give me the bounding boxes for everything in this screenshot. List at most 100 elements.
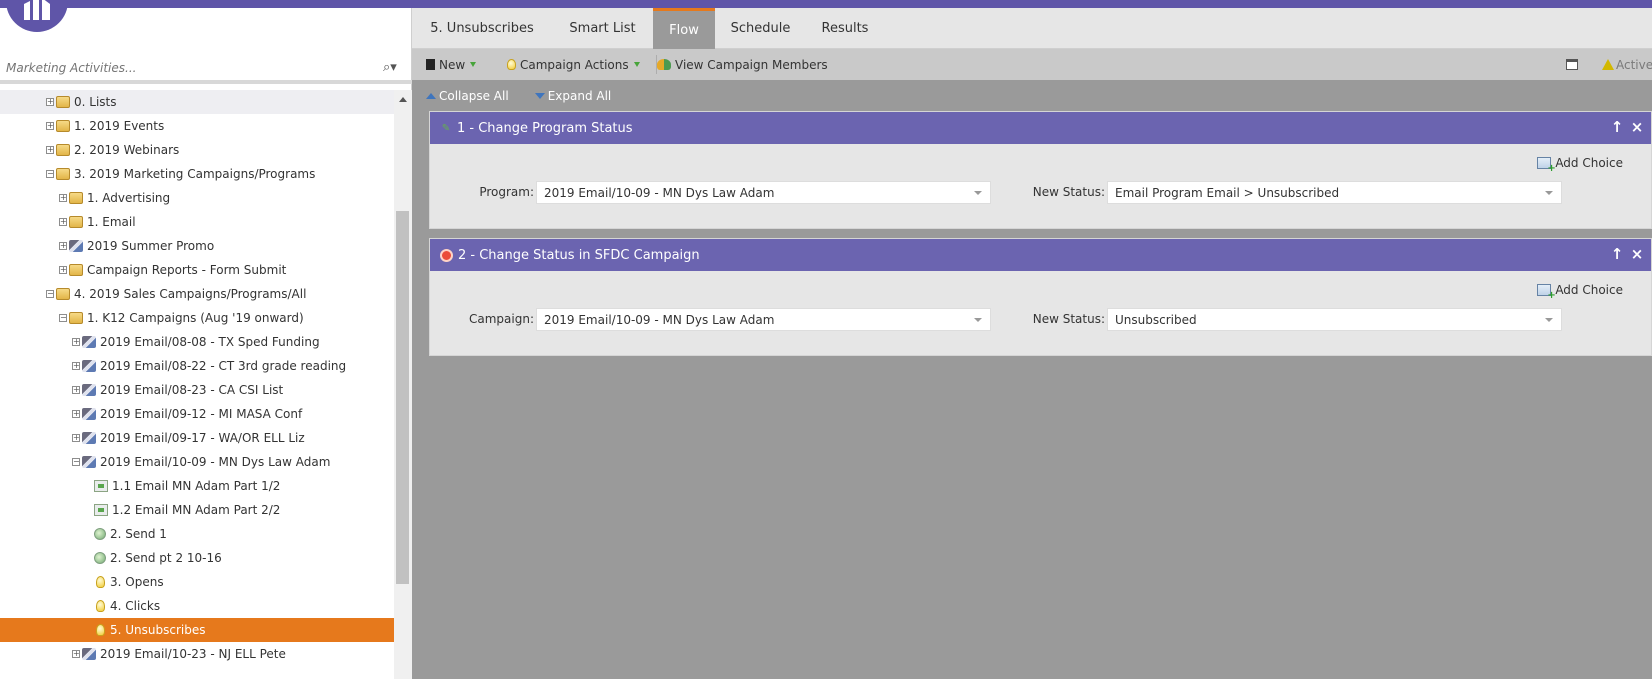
add-choice-icon [1537, 157, 1555, 173]
calendar-button[interactable] [1566, 49, 1582, 80]
new-status-select[interactable]: Email Program Email > Unsubscribed [1107, 181, 1562, 204]
expand-toggle[interactable]: + [72, 362, 80, 370]
new-button[interactable]: New [426, 49, 477, 80]
tab-schedule[interactable]: Schedule [715, 8, 806, 49]
tree-item-send-pt-2[interactable]: 2. Send pt 2 10-16 [0, 546, 394, 570]
expand-toggle[interactable]: + [72, 338, 80, 346]
tree-item-label: 2019 Email/09-12 - MI MASA Conf [100, 407, 303, 421]
new-status-label: New Status: [1032, 185, 1105, 199]
status-active-label: Active [1616, 57, 1652, 72]
expand-toggle[interactable]: + [72, 410, 80, 418]
expand-toggle[interactable]: + [46, 98, 54, 106]
tree-item-send-1[interactable]: 2. Send 1 [0, 522, 394, 546]
scroll-up-icon[interactable] [394, 90, 412, 108]
search-input[interactable] [6, 58, 376, 78]
expand-toggle[interactable]: + [46, 122, 54, 130]
collapse-toggle[interactable]: − [46, 290, 54, 298]
expand-toggle[interactable]: + [59, 218, 67, 226]
campaign-actions-button[interactable]: Campaign Actions [505, 49, 640, 80]
expand-toggle[interactable]: + [72, 386, 80, 394]
expand-toggle[interactable]: + [59, 266, 67, 274]
tree-item-opens[interactable]: 3. Opens [0, 570, 394, 594]
collapse-all-label: Collapse All [439, 89, 509, 103]
expand-all-button[interactable]: Expand All [534, 89, 611, 103]
new-status-label: New Status: [1032, 312, 1105, 326]
flow-step-title: 2 - Change Status in SFDC Campaign [458, 247, 700, 263]
program-icon [82, 432, 96, 444]
tree-item-label: 2019 Email/08-08 - TX Sped Funding [100, 335, 320, 349]
email-icon [94, 480, 108, 492]
tree-item-wa-or-ell[interactable]: +2019 Email/09-17 - WA/OR ELL Liz [0, 426, 394, 450]
tree-item-k12-campaigns[interactable]: − 1. K12 Campaigns (Aug '19 onward) [0, 306, 394, 330]
tree-item-label: 1. Advertising [87, 191, 171, 205]
lightbulb-icon [507, 59, 516, 70]
scroll-thumb[interactable] [396, 211, 409, 584]
program-icon [82, 408, 96, 420]
collapse-all-button[interactable]: Collapse All [426, 89, 509, 103]
tree-item-label: 5. Unsubscribes [110, 623, 206, 637]
tree-item-mi-masa-conf[interactable]: +2019 Email/09-12 - MI MASA Conf [0, 402, 394, 426]
tree-item-2019-webinars[interactable]: +2. 2019 Webinars [0, 138, 394, 162]
tree-item-tx-sped-funding[interactable]: +2019 Email/08-08 - TX Sped Funding [0, 330, 394, 354]
program-field-label: Program: [479, 185, 534, 199]
program-icon [82, 648, 96, 660]
tree-item-advertising[interactable]: +1. Advertising [0, 186, 394, 210]
warning-icon [1602, 59, 1614, 70]
move-up-icon[interactable]: ↑ [1610, 245, 1624, 263]
tree-item-email-folder[interactable]: +1. Email [0, 210, 394, 234]
tree-item-mn-dys-law[interactable]: − 2019 Email/10-09 - MN Dys Law Adam [0, 450, 394, 474]
add-choice-button[interactable]: Add Choice [1537, 283, 1623, 300]
marketing-activities-panel: ⌕▾ +0. Lists +1. 2019 Events +2. 2019 We… [0, 8, 412, 679]
filter-icon[interactable]: ⌕▾ [383, 59, 405, 77]
program-select[interactable]: 2019 Email/10-09 - MN Dys Law Adam [536, 181, 991, 204]
close-icon[interactable]: × [1630, 245, 1644, 263]
folder-icon [56, 96, 70, 108]
tab-smart-list[interactable]: Smart List [552, 8, 653, 49]
tree-item-2019-events[interactable]: +1. 2019 Events [0, 114, 394, 138]
close-icon[interactable]: × [1630, 118, 1644, 136]
tree-item-summer-promo[interactable]: +2019 Summer Promo [0, 234, 394, 258]
collapse-toggle[interactable]: − [72, 458, 80, 466]
folder-icon [56, 288, 70, 300]
tree-item-unsubscribes[interactable]: 5. Unsubscribes [0, 618, 394, 642]
expand-toggle[interactable]: + [72, 434, 80, 442]
collapse-toggle[interactable]: − [59, 314, 67, 322]
folder-icon [69, 312, 83, 324]
people-icon [657, 59, 671, 70]
program-icon [69, 240, 83, 252]
tab-results[interactable]: Results [806, 8, 884, 49]
view-campaign-members-button[interactable]: View Campaign Members [657, 49, 828, 80]
expand-toggle[interactable]: + [72, 650, 80, 658]
folder-icon [56, 120, 70, 132]
tree-item-ct-reading[interactable]: +2019 Email/08-22 - CT 3rd grade reading [0, 354, 394, 378]
campaign-tabs: 5. Unsubscribes Smart List Flow Schedule… [412, 8, 1652, 49]
program-status-icon: ✎ [441, 122, 451, 134]
email-icon [94, 504, 108, 516]
add-choice-button[interactable]: Add Choice [1537, 156, 1623, 173]
tree-item-clicks[interactable]: 4. Clicks [0, 594, 394, 618]
expand-toggle[interactable]: + [59, 194, 67, 202]
tree-item-email-part-2[interactable]: 1.2 Email MN Adam Part 2/2 [0, 498, 394, 522]
collapse-toggle[interactable]: − [46, 170, 54, 178]
tree-item-ca-csi-list[interactable]: +2019 Email/08-23 - CA CSI List [0, 378, 394, 402]
tab-campaign-name[interactable]: 5. Unsubscribes [412, 8, 552, 49]
new-label: New [439, 57, 466, 72]
tree-item-label: 2019 Email/08-23 - CA CSI List [100, 383, 284, 397]
tree-item-email-part-1[interactable]: 1.1 Email MN Adam Part 1/2 [0, 474, 394, 498]
tree-item-sales-campaigns[interactable]: − 4. 2019 Sales Campaigns/Programs/All [0, 282, 394, 306]
new-status-select[interactable]: Unsubscribed [1107, 308, 1562, 331]
expand-toggle[interactable]: + [46, 146, 54, 154]
flow-step-change-program-status: ✎ 1 - Change Program Status ↑ × Add Choi… [429, 111, 1652, 229]
tree-item-campaign-reports[interactable]: + Campaign Reports - Form Submit [0, 258, 394, 282]
tree-item-label: 2019 Email/08-22 - CT 3rd grade reading [100, 359, 347, 373]
tree-item-marketing-campaigns[interactable]: − 3. 2019 Marketing Campaigns/Programs [0, 162, 394, 186]
tree-item-label: 3. 2019 Marketing Campaigns/Programs [74, 167, 316, 181]
tab-flow[interactable]: Flow [653, 8, 715, 49]
move-up-icon[interactable]: ↑ [1610, 118, 1624, 136]
tree-item-nj-ell-pete[interactable]: +2019 Email/10-23 - NJ ELL Pete [0, 642, 394, 666]
collapse-up-icon [426, 93, 436, 99]
tree-item-lists[interactable]: +0. Lists [0, 90, 394, 114]
expand-toggle[interactable]: + [59, 242, 67, 250]
campaign-select[interactable]: 2019 Email/10-09 - MN Dys Law Adam [536, 308, 991, 331]
tree-scrollbar[interactable] [394, 90, 412, 679]
